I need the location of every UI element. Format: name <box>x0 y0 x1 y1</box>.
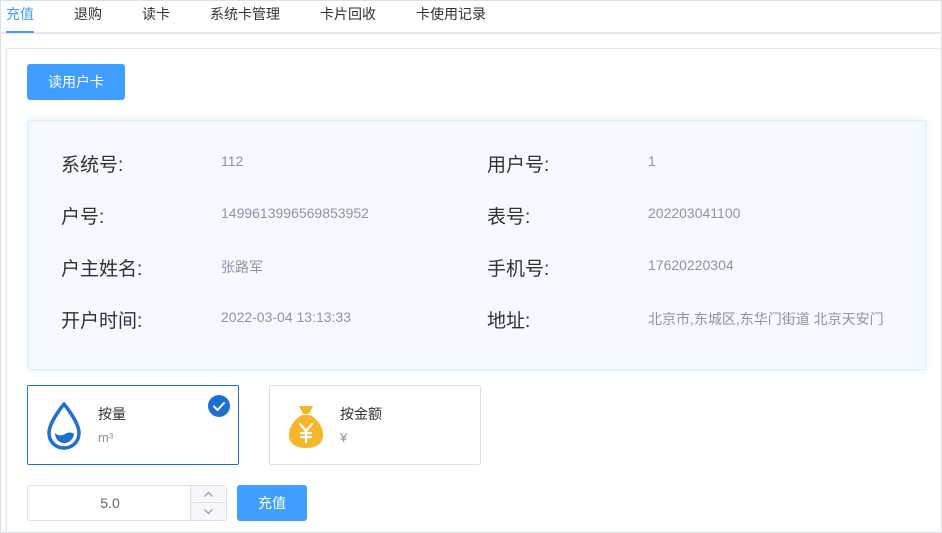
tab-system-card-management[interactable]: 系统卡管理 <box>210 0 280 32</box>
option-by-volume[interactable]: 按量 m³ <box>27 385 239 465</box>
stepper-controls <box>190 486 226 520</box>
by-amount-title: 按金额 <box>340 406 382 422</box>
user-info-card: 系统号: 112 用户号: 1 户号: 1499613996569853952 … <box>28 120 926 370</box>
by-amount-unit: ¥ <box>340 430 348 445</box>
open-time-value: 2022-03-04 13:13:33 <box>221 309 351 325</box>
address-label: 地址: <box>487 311 531 332</box>
water-drop-icon <box>47 402 81 450</box>
user-no-value: 1 <box>648 153 656 169</box>
system-no-label: 系统号: <box>61 155 124 176</box>
owner-name-label: 户主姓名: <box>61 259 143 280</box>
tab-card-recycle[interactable]: 卡片回收 <box>320 0 376 32</box>
tab-refund[interactable]: 退购 <box>74 0 102 32</box>
decrement-button[interactable] <box>191 503 226 520</box>
recharge-quantity-stepper[interactable]: 5.0 <box>27 485 227 521</box>
user-no-label: 用户号: <box>487 155 550 176</box>
system-no-value: 112 <box>221 153 244 169</box>
check-icon <box>208 395 230 417</box>
money-bag-icon <box>289 406 323 448</box>
tab-bar: 充值 退购 读卡 系统卡管理 卡片回收 卡使用记录 <box>0 0 942 34</box>
owner-name-value: 张路军 <box>221 259 263 275</box>
phone-label: 手机号: <box>487 259 550 280</box>
open-time-label: 开户时间: <box>61 311 143 332</box>
read-user-card-button[interactable]: 读用户卡 <box>27 64 125 100</box>
address-value: 北京市,东城区,东华门街道 北京天安门 <box>648 311 884 327</box>
account-no-value: 1499613996569853952 <box>221 205 369 221</box>
tab-recharge[interactable]: 充值 <box>6 0 34 32</box>
phone-value: 17620220304 <box>648 257 734 273</box>
meter-no-value: 202203041100 <box>648 205 741 221</box>
active-tab-indicator <box>6 31 34 33</box>
by-volume-unit: m³ <box>98 430 114 445</box>
increment-button[interactable] <box>191 486 226 503</box>
tab-card-usage-records[interactable]: 卡使用记录 <box>416 0 486 32</box>
meter-no-label: 表号: <box>487 207 531 228</box>
tab-read-card[interactable]: 读卡 <box>142 0 170 32</box>
quantity-input[interactable]: 5.0 <box>28 486 192 520</box>
account-no-label: 户号: <box>61 207 105 228</box>
recharge-button[interactable]: 充值 <box>237 485 307 521</box>
chevron-up-icon <box>204 491 213 497</box>
by-volume-title: 按量 <box>98 406 126 422</box>
chevron-down-icon <box>204 509 213 515</box>
option-by-amount[interactable]: 按金额 ¥ <box>269 385 481 465</box>
